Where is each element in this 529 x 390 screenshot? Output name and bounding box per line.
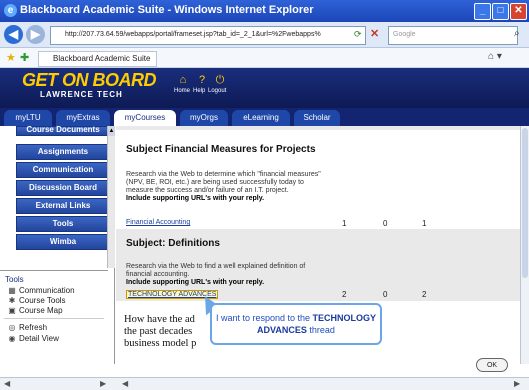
blackboard-header: GET ON BOARD LAWRENCE TECH ⌂ ? ⏻ Home He… — [0, 68, 529, 108]
scroll-right-icon[interactable]: ▶ — [514, 379, 520, 388]
horizontal-scrollbar[interactable]: ◀ ▶ ◀ ▶ — [0, 377, 529, 390]
tool-communication[interactable]: ▦ Communication — [8, 286, 74, 295]
previous-row-remnant — [116, 126, 520, 130]
ok-button[interactable]: OK — [476, 358, 508, 372]
preview-line-2: the past decades — [124, 326, 193, 337]
refresh-circle-icon: ◎ — [8, 323, 16, 332]
favorites-bar: ★ ✚ Blackboard Academic Suite ⌂ ▾ — [0, 48, 529, 68]
refresh-icon[interactable]: ⟳ — [354, 29, 362, 40]
tab-elearning[interactable]: eLearning — [232, 110, 290, 126]
tools-title: Tools — [5, 275, 24, 284]
preview-line-1: How have the ad — [124, 314, 195, 325]
tool-course-tools[interactable]: ✱ Course Tools — [8, 296, 66, 305]
forum-title-financial-measures: Subject Financial Measures for Projects — [126, 144, 316, 155]
total-participants: 1 — [422, 219, 427, 228]
divider — [4, 318, 104, 319]
maximize-icon[interactable]: □ — [492, 3, 509, 20]
scroll-thumb[interactable] — [522, 128, 528, 278]
tab-blackboard[interactable]: Blackboard Academic Suite — [38, 51, 158, 67]
menu-tools[interactable]: Tools — [16, 216, 110, 232]
wrench-icon: ✱ — [8, 296, 16, 305]
menu-external-links[interactable]: External Links — [16, 198, 110, 214]
add-favorite-icon[interactable]: ✚ — [20, 51, 29, 64]
menu-communication[interactable]: Communication — [16, 162, 110, 178]
menu-course-documents[interactable]: Course Documents — [16, 126, 110, 136]
tab-myltu[interactable]: myLTU — [4, 110, 52, 126]
help-icon[interactable]: ? — [196, 74, 208, 86]
forward-icon[interactable]: ▶ — [26, 25, 45, 44]
forum-title-definitions: Subject: Definitions — [126, 238, 220, 249]
scroll-right-icon[interactable]: ▶ — [100, 379, 106, 388]
forum-description-definitions: Research via the Web to find a well expl… — [126, 263, 306, 286]
tools-panel: Tools ▦ Communication ✱ Course Tools ▣ Cour… — [0, 270, 108, 367]
logo-subtitle: LAWRENCE TECH — [40, 90, 123, 99]
tab-bar: myLTU myExtras myCourses myOrgs eLearnin… — [0, 108, 529, 126]
logo-title: GET ON BOARD — [22, 70, 157, 90]
main-scrollbar[interactable] — [520, 126, 529, 364]
map-icon: ▣ — [8, 306, 16, 315]
tab-myorgs[interactable]: myOrgs — [180, 110, 228, 126]
favorite-tab-label: Blackboard Academic Suite — [53, 54, 151, 63]
total-participants: 2 — [422, 290, 427, 299]
scroll-up-icon[interactable]: ▲ — [108, 126, 115, 136]
scroll-left-icon[interactable]: ◀ — [4, 379, 10, 388]
minimize-icon[interactable]: _ — [474, 3, 491, 20]
forum-link-financial-accounting[interactable]: Financial Accounting — [126, 219, 190, 226]
total-posts: 2 — [342, 290, 347, 299]
search-input[interactable]: Google — [388, 26, 518, 45]
forum-description-financial-measures: Research via the Web to determine which … — [126, 171, 321, 202]
address-input[interactable]: http://207.73.64.59/webapps/portal/frame… — [50, 26, 366, 45]
close-icon[interactable]: ✕ — [510, 3, 527, 20]
tool-course-map[interactable]: ▣ Course Map — [8, 306, 62, 315]
tab-mycourses[interactable]: myCourses — [114, 110, 176, 126]
header-link-logout[interactable]: Logout — [208, 88, 226, 94]
detail-view-icon: ◉ — [8, 334, 16, 343]
home-icon[interactable]: ⌂ — [177, 74, 189, 86]
sidebar-scrollbar[interactable]: ▲ — [107, 126, 115, 268]
window-title-bar: e Blackboard Academic Suite - Windows In… — [0, 0, 529, 22]
communication-icon: ▦ — [8, 286, 16, 295]
header-link-help[interactable]: Help — [193, 88, 205, 94]
ie-logo-icon: e — [4, 4, 17, 17]
tab-myextras[interactable]: myExtras — [56, 110, 110, 126]
tab-scholar[interactable]: Scholar — [294, 110, 340, 126]
unread-posts: 0 — [383, 219, 388, 228]
total-posts: 1 — [342, 219, 347, 228]
menu-assignments[interactable]: Assignments — [16, 144, 110, 160]
back-icon[interactable]: ◀ — [4, 25, 23, 44]
favorites-star-icon[interactable]: ★ — [6, 51, 16, 64]
scroll-left-icon[interactable]: ◀ — [122, 379, 128, 388]
window-title: Blackboard Academic Suite - Windows Inte… — [20, 4, 314, 16]
preview-line-3: business model p — [124, 338, 197, 349]
header-link-home[interactable]: Home — [174, 88, 190, 94]
search-icon[interactable]: ⌕ — [514, 28, 520, 39]
home-menu-icon[interactable]: ⌂ ▾ — [488, 51, 502, 62]
tool-refresh[interactable]: ◎ Refresh — [8, 323, 48, 332]
stop-icon[interactable]: ✕ — [370, 27, 379, 40]
menu-wimba[interactable]: Wimba — [16, 234, 110, 250]
tool-detail-view[interactable]: ◉ Detail View — [8, 334, 59, 343]
menu-discussion-board[interactable]: Discussion Board — [16, 180, 110, 196]
course-menu: Course Documents Assignments Communicati… — [0, 126, 115, 367]
forum-note-financial-measures: Include supporting URL's with your reply… — [126, 195, 265, 202]
address-toolbar: ◀ ▶ http://207.73.64.59/webapps/portal/f… — [0, 22, 529, 48]
forum-note-definitions: Include supporting URL's with your reply… — [126, 279, 265, 286]
unread-posts: 0 — [383, 290, 388, 299]
logout-icon[interactable]: ⏻ — [214, 74, 226, 86]
instruction-callout: I want to respond to the TECHNOLOGY ADVA… — [210, 303, 382, 345]
